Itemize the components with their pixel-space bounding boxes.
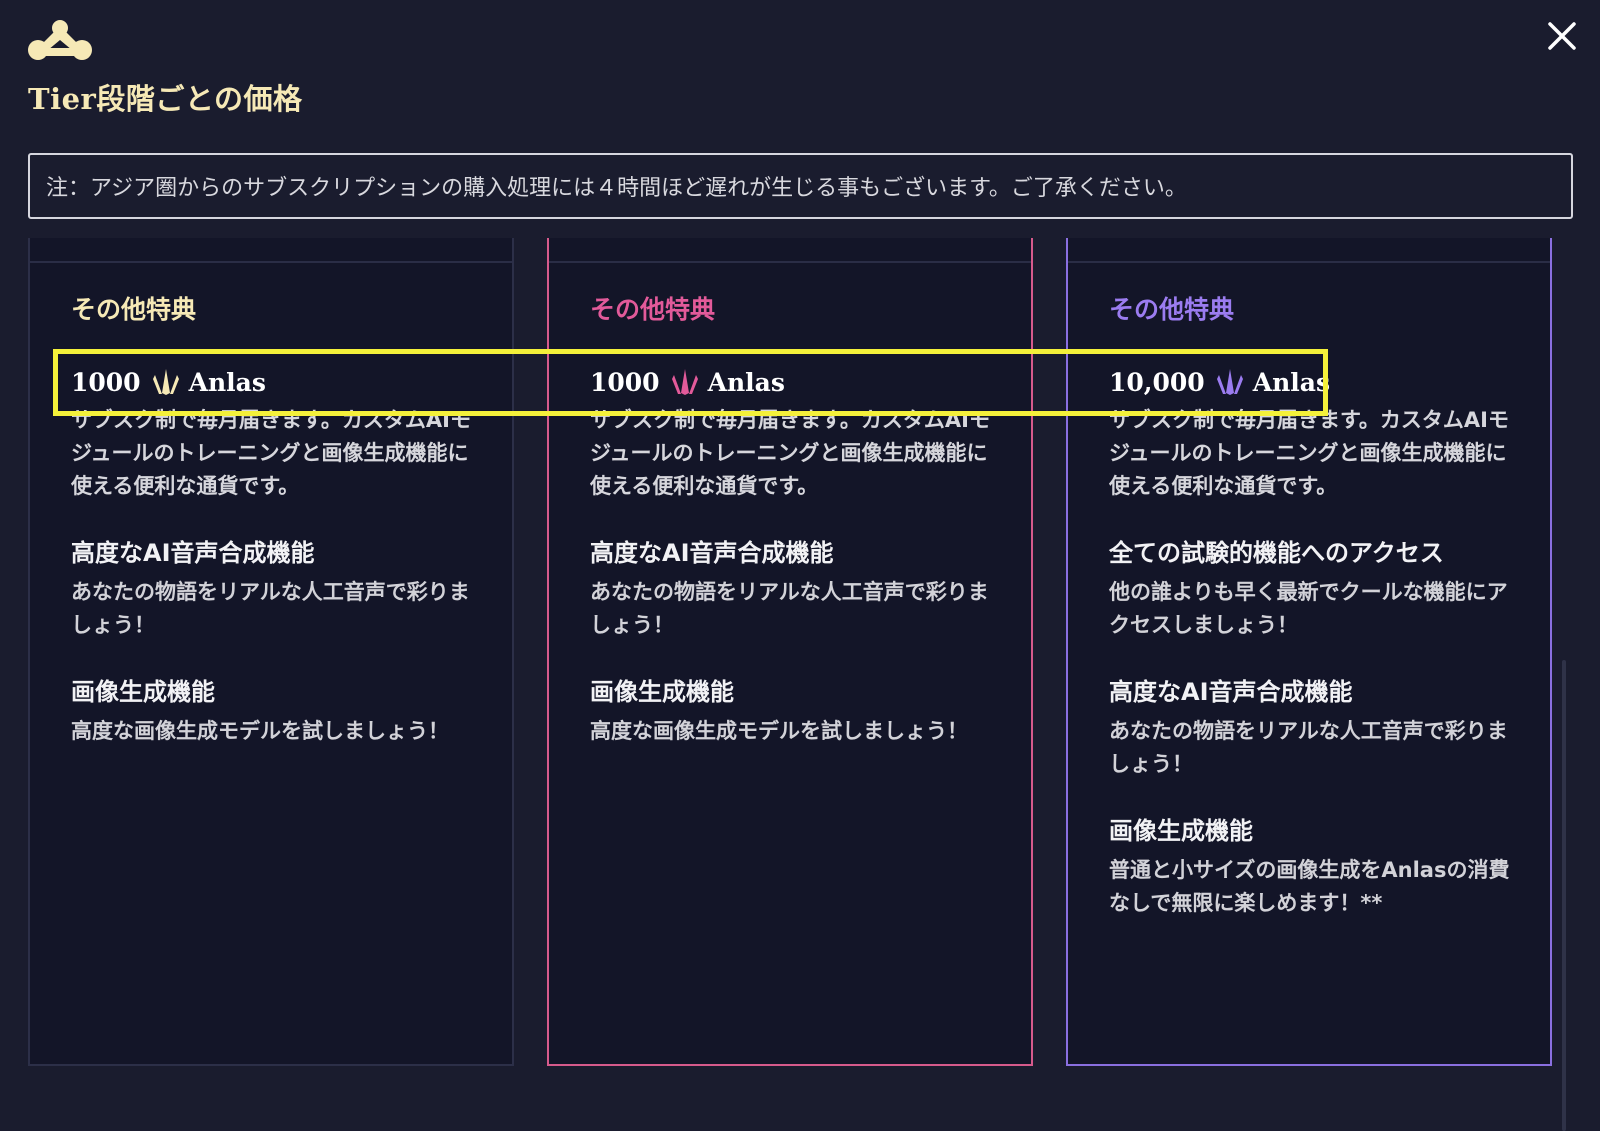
feature-title: 高度なAI音声合成機能	[1109, 678, 1353, 706]
anlas-gem-icon	[152, 369, 179, 395]
card-divider	[30, 261, 512, 263]
feature-item: 画像生成機能 高度な画像生成モデルを試しましょう！	[71, 672, 481, 748]
feature-item: 高度なAI音声合成機能 あなたの物語をリアルな人工音声で彩りましょう！	[71, 533, 481, 642]
notice-text: 注：アジア圏からのサブスクリプションの購入処理には４時間ほど遅れが生じる事もござ…	[46, 176, 1187, 201]
close-icon	[1548, 22, 1576, 50]
feature-description: あなたの物語をリアルな人工音声で彩りましょう！	[590, 580, 989, 637]
card-divider	[549, 261, 1031, 263]
feature-description: 他の誰よりも早く最新でクールな機能にアクセスしましょう！	[1109, 580, 1508, 637]
feature-item: 全ての試験的機能へのアクセス 他の誰よりも早く最新でクールな機能にアクセスしまし…	[1109, 533, 1519, 642]
notice-box: 注：アジア圏からのサブスクリプションの購入処理には４時間ほど遅れが生じる事もござ…	[28, 153, 1573, 219]
anlas-gem-icon	[671, 369, 698, 395]
feature-description: あなたの物語をリアルな人工音声で彩りましょう！	[71, 580, 470, 637]
perks-title: その他特典	[1109, 295, 1235, 324]
feature-item: 画像生成機能 普通と小サイズの画像生成をAnlasの消費なしで無限に楽しめます！…	[1109, 811, 1519, 920]
logo	[26, 18, 94, 62]
feature-description: 普通と小サイズの画像生成をAnlasの消費なしで無限に楽しめます！**	[1109, 858, 1510, 915]
anlas-label: Anlas	[707, 367, 785, 397]
feature-title: 高度なAI音声合成機能	[71, 539, 315, 567]
feature-title: 高度なAI音声合成機能	[590, 539, 834, 567]
anlas-gem-icon	[1216, 369, 1243, 395]
anlas-description: サブスク制で毎月届きます。カスタムAIモジュールのトレーニングと画像生成機能に使…	[590, 408, 990, 498]
feature-description: あなたの物語をリアルな人工音声で彩りましょう！	[1109, 719, 1508, 776]
anlas-row: 1000 Anlas	[590, 362, 1000, 402]
tier-card-1: その他特典 1000 Anlas サブスク制で毎月届きます。カスタムAIモジュー…	[28, 238, 514, 1066]
feature-title: 画像生成機能	[590, 678, 734, 706]
anlas-amount: 10,000	[1109, 367, 1205, 397]
modal-title: Tier段階ごとの価格	[28, 82, 303, 116]
feature-description: 高度な画像生成モデルを試しましょう！	[590, 719, 968, 743]
anlas-row: 10,000 Anlas	[1109, 362, 1519, 402]
card-divider	[1068, 261, 1550, 263]
novelai-logo-icon	[28, 20, 92, 60]
feature-item: 高度なAI音声合成機能 あなたの物語をリアルな人工音声で彩りましょう！	[1109, 672, 1519, 781]
tier-cards: その他特典 1000 Anlas サブスク制で毎月届きます。カスタムAIモジュー…	[0, 238, 1600, 1068]
anlas-amount: 1000	[71, 367, 141, 397]
perks-title: その他特典	[590, 295, 716, 324]
tier-card-3: その他特典 10,000 Anlas サブスク制で毎月届きます。カスタムAIモジ…	[1066, 238, 1552, 1066]
anlas-description: サブスク制で毎月届きます。カスタムAIモジュールのトレーニングと画像生成機能に使…	[1109, 408, 1509, 498]
scrollbar[interactable]	[1562, 660, 1566, 1131]
anlas-row: 1000 Anlas	[71, 362, 481, 402]
perks-title: その他特典	[71, 295, 197, 324]
feature-title: 画像生成機能	[71, 678, 215, 706]
tier-card-2: その他特典 1000 Anlas サブスク制で毎月届きます。カスタムAIモジュー…	[547, 238, 1033, 1066]
anlas-description: サブスク制で毎月届きます。カスタムAIモジュールのトレーニングと画像生成機能に使…	[71, 408, 471, 498]
anlas-label: Anlas	[1252, 367, 1331, 397]
feature-item: 高度なAI音声合成機能 あなたの物語をリアルな人工音声で彩りましょう！	[590, 533, 1000, 642]
feature-description: 高度な画像生成モデルを試しましょう！	[71, 719, 449, 743]
feature-title: 画像生成機能	[1109, 817, 1253, 845]
close-button[interactable]	[1542, 16, 1582, 56]
feature-item: 画像生成機能 高度な画像生成モデルを試しましょう！	[590, 672, 1000, 748]
anlas-label: Anlas	[188, 367, 266, 397]
feature-title: 全ての試験的機能へのアクセス	[1109, 539, 1444, 567]
anlas-amount: 1000	[590, 367, 660, 397]
